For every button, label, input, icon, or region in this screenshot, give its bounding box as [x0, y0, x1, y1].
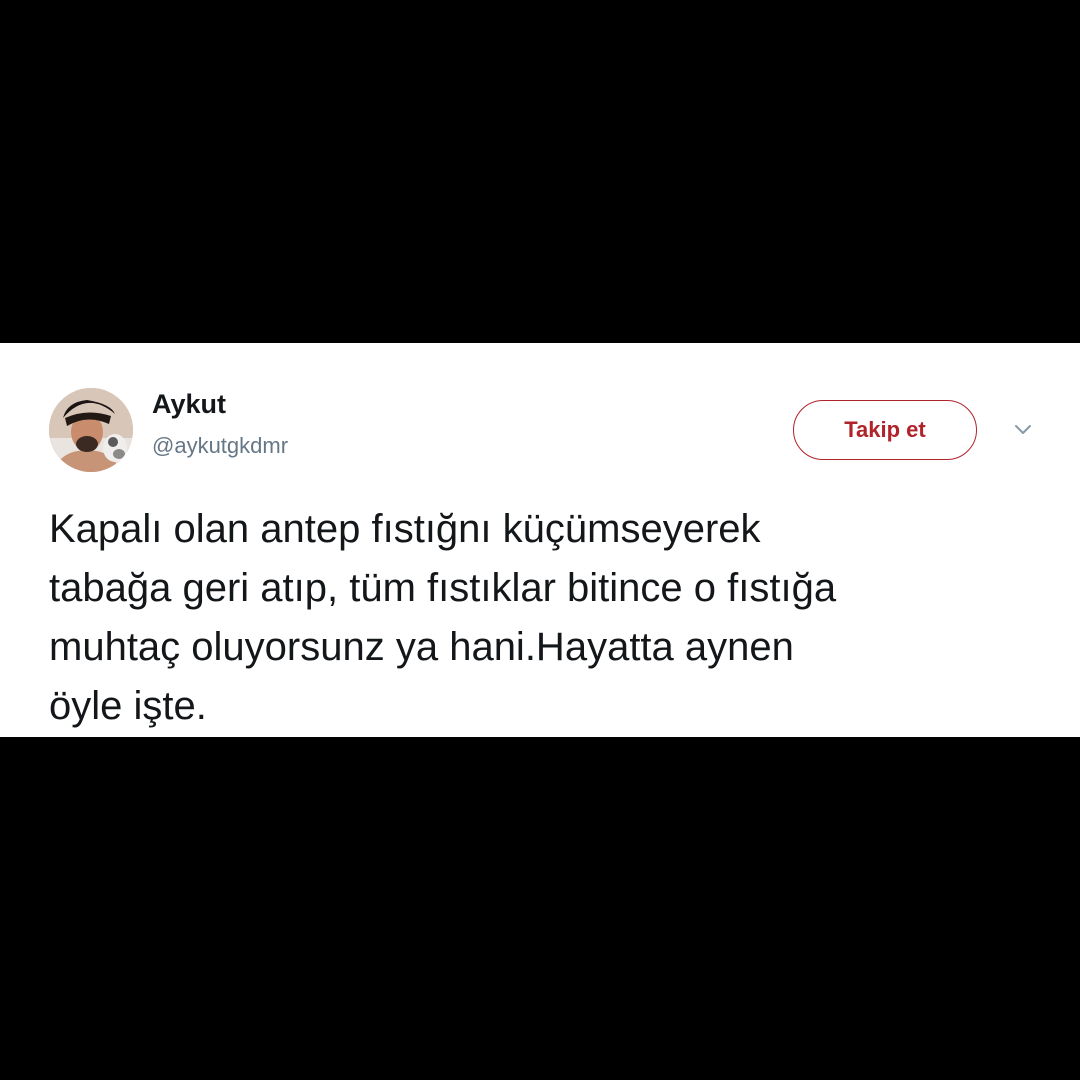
tweet-text: Kapalı olan antep fıstığnı küçümseyerek …: [49, 507, 837, 728]
tweet-card: Aykut @aykutgkdmr Takip et Kapalı olan a…: [0, 343, 1080, 737]
chevron-down-icon[interactable]: [1011, 420, 1035, 440]
follow-button-label: Takip et: [844, 417, 926, 442]
avatar[interactable]: [49, 388, 133, 472]
page: Aykut @aykutgkdmr Takip et Kapalı olan a…: [0, 0, 1080, 1080]
user-handle[interactable]: @aykutgkdmr: [152, 433, 288, 459]
display-name[interactable]: Aykut: [152, 389, 226, 420]
avatar-photo: [49, 388, 133, 472]
follow-button[interactable]: Takip et: [793, 400, 977, 460]
